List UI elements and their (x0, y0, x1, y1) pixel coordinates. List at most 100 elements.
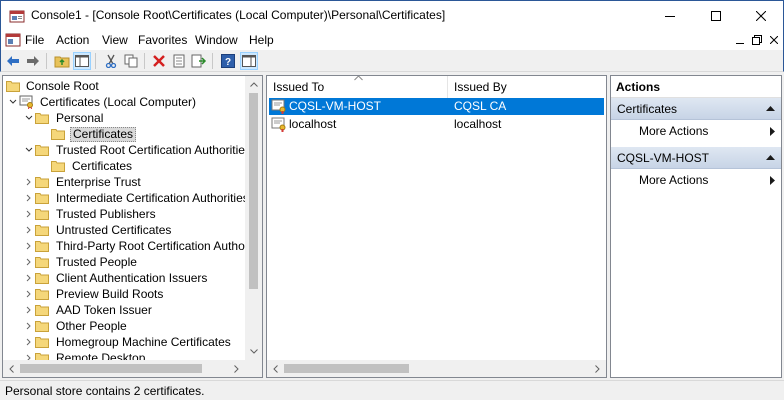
scrollbar-corner (245, 360, 262, 377)
chevron-right-icon[interactable] (23, 270, 35, 286)
chevron-right-icon[interactable] (23, 190, 35, 206)
tree-item-certificates-local-computer[interactable]: Certificates (Local Computer) (7, 94, 198, 110)
folder-icon (35, 238, 51, 254)
tree-item-intermediate-ca[interactable]: Intermediate Certification Authorities (23, 190, 251, 206)
scrollbar-thumb[interactable] (249, 93, 258, 289)
scrollbar-thumb[interactable] (20, 364, 202, 373)
up-folder-icon[interactable] (53, 52, 71, 70)
scroll-right-icon[interactable] (589, 360, 606, 377)
tree-item-personal-certificates[interactable]: Certificates (51, 126, 137, 142)
menu-help[interactable]: Help (249, 32, 274, 48)
chevron-down-icon[interactable] (23, 110, 35, 126)
scroll-left-icon[interactable] (3, 360, 20, 377)
tree-item-third-party-root[interactable]: Third-Party Root Certification Authoriti… (23, 238, 262, 254)
tree-item-homegroup-machine-certificates[interactable]: Homegroup Machine Certificates (23, 334, 233, 350)
help-icon[interactable]: ? (219, 52, 237, 70)
actions-section-cqsl-vm-host[interactable]: CQSL-VM-HOST (611, 147, 781, 169)
minimize-button[interactable] (647, 1, 693, 30)
back-icon[interactable] (4, 52, 22, 70)
tree-item-preview-build-roots[interactable]: Preview Build Roots (23, 286, 165, 302)
tree-item-label: Client Authentication Issuers (56, 270, 208, 285)
cell-issued-to: CQSL-VM-HOST (289, 99, 382, 113)
action-more-actions-certificates[interactable]: More Actions (611, 120, 781, 142)
tree-item-label: Trusted Root Certification Authorities (56, 142, 251, 157)
properties-icon[interactable] (170, 52, 188, 70)
chevron-right-icon[interactable] (23, 238, 35, 254)
certificate-list[interactable]: Issued To Issued By CQSL-VM-HOST CQSL CA… (266, 75, 607, 378)
close-button[interactable] (738, 1, 784, 30)
tree-horizontal-scrollbar[interactable] (3, 360, 245, 377)
chevron-right-icon[interactable] (23, 286, 35, 302)
tree-item-untrusted-certificates[interactable]: Untrusted Certificates (23, 222, 173, 238)
cut-icon[interactable] (102, 52, 120, 70)
tree-item-other-people[interactable]: Other People (23, 318, 129, 334)
child-restore-button[interactable] (750, 33, 764, 47)
tree-item-enterprise-trust[interactable]: Enterprise Trust (23, 174, 143, 190)
delete-icon[interactable] (150, 52, 168, 70)
tree-vertical-scrollbar[interactable] (245, 76, 262, 360)
chevron-down-icon[interactable] (23, 142, 35, 158)
list-horizontal-scrollbar[interactable] (267, 360, 606, 377)
svg-text:?: ? (225, 57, 231, 68)
document-window-icon[interactable] (5, 32, 21, 48)
folder-icon (35, 190, 51, 206)
forward-icon[interactable] (24, 52, 42, 70)
tree-item-aad-token-issuer[interactable]: AAD Token Issuer (23, 302, 154, 318)
tree-item-personal[interactable]: Personal (23, 110, 105, 126)
scroll-down-icon[interactable] (245, 343, 262, 360)
folder-open-icon (35, 110, 51, 126)
chevron-right-icon[interactable] (23, 318, 35, 334)
collapse-up-icon[interactable] (766, 106, 775, 112)
action-more-actions-cqsl-vm-host[interactable]: More Actions (611, 169, 781, 191)
show-hide-tree-icon[interactable] (73, 52, 91, 70)
scroll-left-icon[interactable] (267, 360, 284, 377)
tree-item-label: Enterprise Trust (56, 174, 141, 189)
column-header-issued-to[interactable]: Issued To (267, 76, 448, 98)
list-row-cqsl-vm-host[interactable]: CQSL-VM-HOST CQSL CA (269, 98, 604, 115)
tree-item-trusted-root-certificates[interactable]: Certificates (51, 158, 134, 174)
folder-open-icon (35, 142, 51, 158)
menu-action[interactable]: Action (56, 32, 89, 48)
scroll-right-icon[interactable] (228, 360, 245, 377)
list-row-localhost[interactable]: localhost localhost (269, 116, 604, 133)
column-header-issued-by[interactable]: Issued By (448, 76, 606, 98)
tree-item-label: Personal (56, 110, 104, 125)
chevron-down-icon[interactable] (7, 94, 19, 110)
copy-icon[interactable] (122, 52, 140, 70)
console-tree[interactable]: Console Root Certificates (Local Compute… (2, 75, 263, 378)
menu-file[interactable]: File (25, 32, 44, 48)
chevron-right-icon[interactable] (23, 206, 35, 222)
collapse-up-icon[interactable] (766, 155, 775, 161)
child-minimize-button[interactable] (733, 33, 747, 47)
scrollbar-thumb[interactable] (284, 364, 409, 373)
folder-icon (35, 206, 51, 222)
chevron-right-icon[interactable] (23, 302, 35, 318)
export-icon[interactable] (190, 52, 208, 70)
menu-view[interactable]: View (102, 32, 128, 48)
tree-item-console-root[interactable]: Console Root (5, 78, 101, 94)
tree-item-trusted-people[interactable]: Trusted People (23, 254, 139, 270)
menu-window[interactable]: Window (195, 32, 238, 48)
tree-item-client-authentication-issuers[interactable]: Client Authentication Issuers (23, 270, 209, 286)
submenu-arrow-icon (770, 176, 775, 185)
show-hide-action-pane-icon[interactable] (240, 52, 258, 70)
scroll-up-icon[interactable] (245, 76, 262, 93)
tree-item-trusted-publishers[interactable]: Trusted Publishers (23, 206, 158, 222)
chevron-right-icon[interactable] (23, 222, 35, 238)
tree-item-label: Trusted Publishers (56, 206, 156, 221)
actions-section-certificates[interactable]: Certificates (611, 98, 781, 120)
tree-item-label: Trusted People (56, 254, 137, 269)
chevron-right-icon[interactable] (23, 174, 35, 190)
tree-item-label: Untrusted Certificates (56, 222, 172, 237)
toolbar: ? (0, 50, 784, 72)
mmc-app-icon[interactable] (9, 8, 25, 24)
child-close-button[interactable] (767, 33, 781, 47)
tree-item-trusted-root[interactable]: Trusted Root Certification Authorities (23, 142, 253, 158)
chevron-right-icon[interactable] (23, 254, 35, 270)
tree-item-label: Certificates (72, 158, 133, 173)
toolbar-separator (46, 53, 47, 69)
tree-item-label: Homegroup Machine Certificates (56, 334, 231, 349)
maximize-button[interactable] (693, 1, 739, 30)
chevron-right-icon[interactable] (23, 334, 35, 350)
menu-favorites[interactable]: Favorites (138, 32, 187, 48)
